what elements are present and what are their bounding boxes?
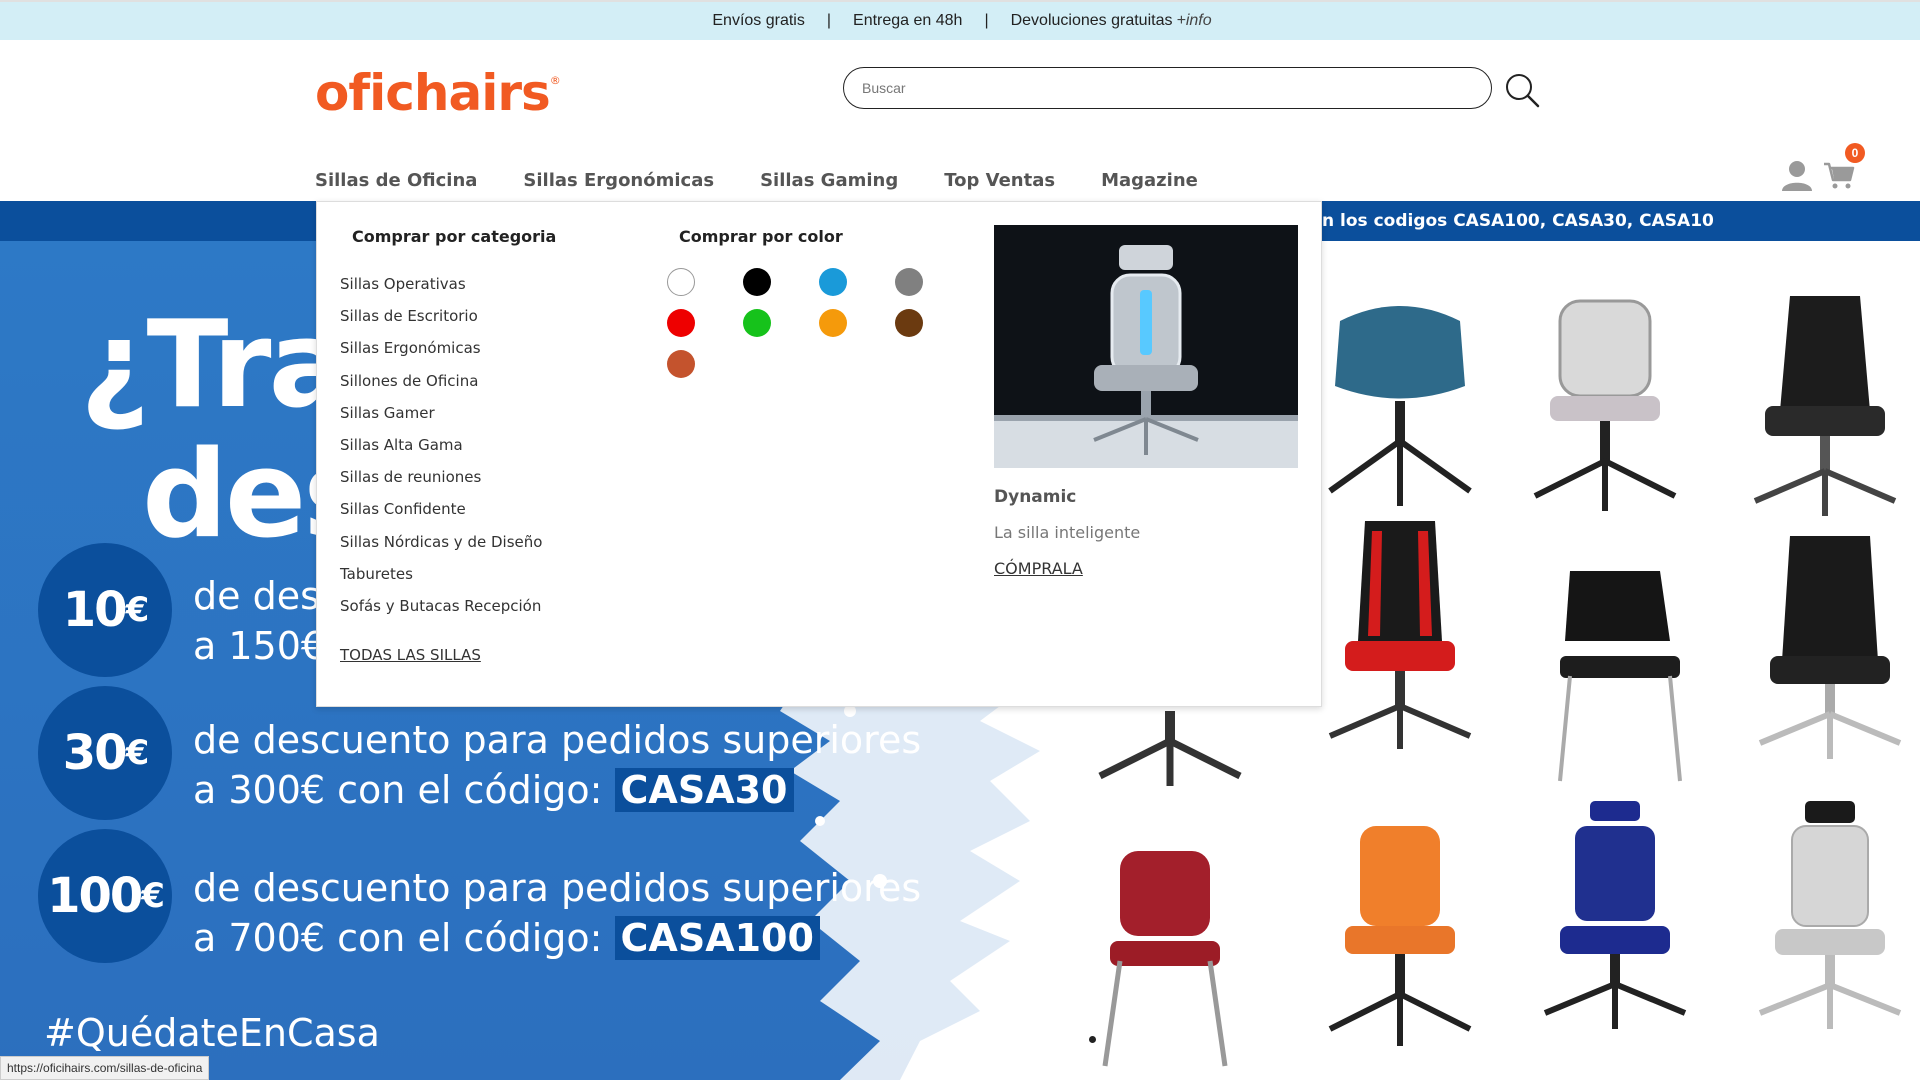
chair-image-red-mesh-visitor[interactable] — [1075, 841, 1255, 1071]
search-icon[interactable] — [1502, 70, 1542, 110]
user-icon[interactable] — [1780, 158, 1814, 192]
category-link[interactable]: Sillas Ergonómicas — [340, 339, 542, 371]
category-link[interactable]: Sillas Confidente — [340, 500, 542, 532]
color-swatch-black[interactable] — [743, 268, 771, 296]
nav-item-sillas-gaming[interactable]: Sillas Gaming — [760, 170, 898, 191]
promo-text: n los codigos CASA100, CASA30, CASA10 — [1322, 211, 1714, 231]
featured-buy-link[interactable]: CÓMPRALA — [994, 559, 1083, 578]
cart-count-badge: 0 — [1845, 143, 1865, 163]
returns-text: Devoluciones gratuitas — [1010, 12, 1173, 29]
color-swatch-blue[interactable] — [819, 268, 847, 296]
coupon-code-casa100: CASA100 — [614, 916, 820, 960]
featured-product-name: Dynamic — [994, 487, 1077, 507]
mega-menu-sillas-oficina: Comprar por categoria Comprar por color … — [316, 201, 1322, 707]
cart-icon[interactable] — [1822, 158, 1856, 192]
free-shipping-text: Envíos gratis — [712, 12, 805, 29]
chair-image-blue-ergonomic[interactable] — [1525, 801, 1705, 1031]
offer-text-10: de des a 150€ — [193, 574, 326, 668]
site-logo[interactable]: ofichairs® — [315, 64, 561, 122]
chair-image-black-executive[interactable] — [1740, 531, 1920, 761]
site-header: ofichairs® Sillas de Oficina Sillas Ergo… — [0, 40, 1920, 200]
chair-image-black-gaming[interactable] — [1735, 291, 1915, 521]
category-link[interactable]: Sillas Operativas — [340, 275, 542, 307]
hashtag: #QuédateEnCasa — [44, 1011, 380, 1055]
offer-badge-30: 30 € — [38, 686, 172, 820]
status-bar-url: https://oficihairs.com/sillas-de-oficina — [0, 1056, 210, 1080]
search-input[interactable] — [843, 67, 1492, 109]
chair-image-black-visitor[interactable] — [1530, 561, 1710, 791]
nav-item-magazine[interactable]: Magazine — [1101, 170, 1198, 191]
category-link[interactable]: Sillas de reuniones — [340, 468, 542, 500]
separator: | — [984, 12, 989, 29]
main-nav: Sillas de Oficina Sillas Ergonómicas Sil… — [315, 170, 1198, 191]
nav-item-top-ventas[interactable]: Top Ventas — [944, 170, 1055, 191]
color-swatch-red[interactable] — [667, 309, 695, 337]
color-swatch-green[interactable] — [743, 309, 771, 337]
category-heading: Comprar por categoria — [352, 227, 557, 246]
chair-image-orange-mesh[interactable] — [1310, 821, 1490, 1051]
featured-product-subtitle: La silla inteligente — [994, 523, 1141, 542]
offer-badge-10: 10 € — [38, 543, 172, 677]
color-heading: Comprar por color — [679, 227, 843, 246]
color-swatch-orange[interactable] — [819, 309, 847, 337]
category-link[interactable]: Sofás y Butacas Recepción — [340, 597, 542, 629]
offer-badge-100: 100 € — [38, 829, 172, 963]
chair-image-grey-mesh[interactable] — [1515, 291, 1695, 521]
separator: | — [826, 12, 832, 29]
nav-item-sillas-oficina[interactable]: Sillas de Oficina — [315, 170, 477, 191]
shipping-info-bar: Envíos gratis | Entrega en 48h | Devoluc… — [0, 0, 1920, 40]
category-link[interactable]: Sillas Alta Gama — [340, 436, 542, 468]
registered-mark: ® — [549, 74, 561, 87]
all-chairs-link[interactable]: TODAS LAS SILLAS — [340, 646, 481, 664]
category-list: Sillas Operativas Sillas de Escritorio S… — [340, 275, 542, 629]
chair-image-red-gaming[interactable] — [1310, 521, 1490, 751]
offer-text-100: de descuento para pedidos superiores a 7… — [193, 866, 922, 960]
category-link[interactable]: Sillas de Escritorio — [340, 307, 542, 339]
color-swatch-terracotta[interactable] — [667, 350, 695, 378]
delivery-text: Entrega en 48h — [853, 12, 963, 29]
category-link[interactable]: Taburetes — [340, 565, 542, 597]
info-link[interactable]: +info — [1176, 12, 1211, 30]
color-swatch-grey[interactable] — [895, 268, 923, 296]
category-link[interactable]: Sillas Nórdicas y de Diseño — [340, 533, 542, 565]
offer-text-30: de descuento para pedidos superiores a 3… — [193, 718, 922, 812]
featured-chair-image[interactable] — [994, 225, 1298, 468]
chair-image-blue-shell[interactable] — [1310, 291, 1490, 521]
color-swatch-brown[interactable] — [895, 309, 923, 337]
color-swatch-white[interactable] — [667, 268, 695, 296]
chair-image-white-mesh[interactable] — [1740, 801, 1920, 1031]
carousel-dot[interactable] — [1089, 1036, 1096, 1043]
coupon-code-casa30: CASA30 — [614, 768, 794, 812]
category-link[interactable]: Sillas Gamer — [340, 404, 542, 436]
category-link[interactable]: Sillones de Oficina — [340, 372, 542, 404]
nav-item-sillas-ergonomicas[interactable]: Sillas Ergonómicas — [523, 170, 714, 191]
